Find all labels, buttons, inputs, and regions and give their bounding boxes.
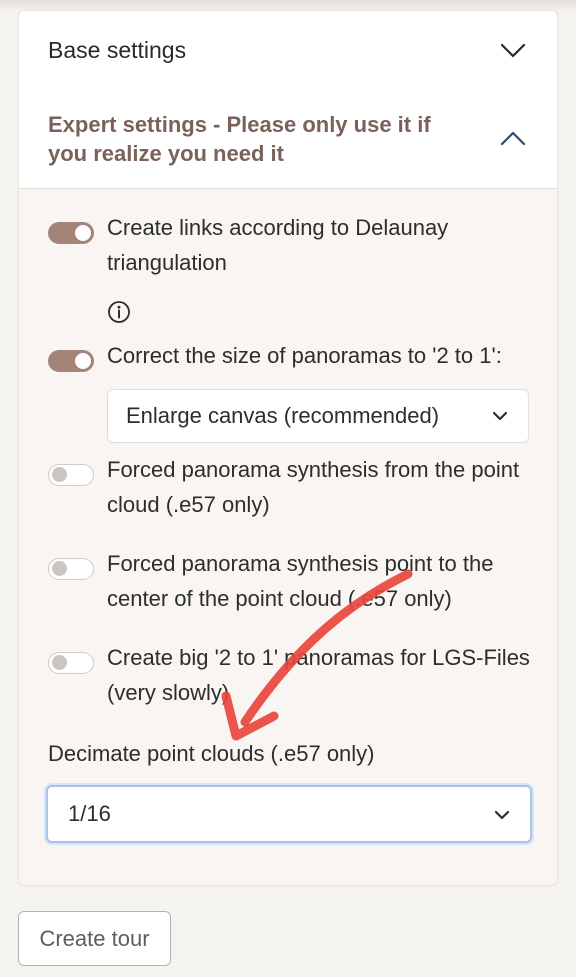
create-tour-button[interactable]: Create tour — [18, 911, 171, 966]
delaunay-links-toggle[interactable] — [48, 222, 94, 244]
chevron-down-icon — [494, 810, 510, 820]
expert-settings-header[interactable]: Expert settings - Please only use it if … — [19, 89, 557, 189]
chevron-down-icon — [500, 43, 526, 58]
decimate-select[interactable]: 1/16 — [46, 785, 532, 843]
big-panoramas-toggle[interactable] — [48, 652, 94, 674]
forced-synthesis-label: Forced panorama synthesis from the point… — [107, 457, 520, 517]
canvas-mode-select[interactable]: Enlarge canvas (recommended) — [107, 389, 529, 443]
base-settings-header[interactable]: Base settings — [19, 11, 557, 89]
base-settings-title: Base settings — [48, 36, 187, 63]
forced-synthesis-toggle[interactable] — [48, 464, 94, 486]
big-panoramas-label: Create big '2 to 1' panoramas for LGS-Fi… — [107, 645, 530, 705]
info-icon[interactable] — [107, 300, 131, 324]
decimate-value: 1/16 — [68, 801, 111, 826]
decimate-label: Decimate point clouds (.e57 only) — [48, 741, 375, 766]
forced-synthesis-center-label: Forced panorama synthesis point to the c… — [107, 551, 494, 611]
canvas-mode-value: Enlarge canvas (recommended) — [126, 403, 440, 428]
delaunay-links-label: Create links according to Delaunay trian… — [107, 215, 449, 275]
forced-synthesis-center-toggle[interactable] — [48, 558, 94, 580]
settings-accordion: Base settings Expert settings - Please o… — [18, 10, 558, 886]
chevron-up-icon — [500, 131, 526, 146]
correct-size-toggle[interactable] — [48, 350, 94, 372]
chevron-down-icon — [492, 411, 508, 421]
expert-settings-title: Expert settings - Please only use it if … — [48, 111, 431, 166]
correct-size-label: Correct the size of panoramas to '2 to 1… — [107, 343, 502, 368]
